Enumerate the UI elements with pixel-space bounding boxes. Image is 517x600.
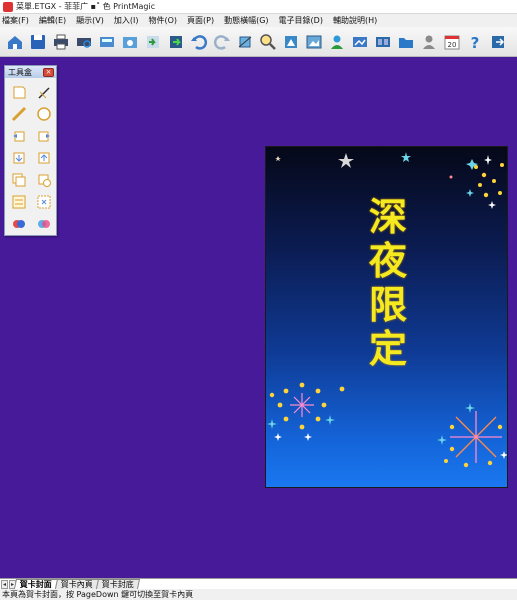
- status-bar: 本頁為賀卡封面，按 PageDown 鍵可切換至賀卡內頁: [0, 589, 517, 600]
- undo-icon[interactable]: [189, 32, 209, 52]
- redo-icon[interactable]: [212, 32, 232, 52]
- align-icon[interactable]: [8, 191, 30, 213]
- app-icon: [3, 1, 13, 12]
- color-mix-icon[interactable]: [33, 213, 55, 235]
- folder-icon[interactable]: [396, 32, 416, 52]
- export-image-icon[interactable]: [166, 32, 186, 52]
- pen-shape-icon[interactable]: [33, 81, 55, 103]
- card-title-char: 夜: [368, 239, 407, 283]
- tab-card-cover[interactable]: 賀卡封面: [13, 579, 59, 589]
- clipart-icon[interactable]: [281, 32, 301, 52]
- contact-icon[interactable]: [419, 32, 439, 52]
- menu-bar: 檔案(F) 編輯(E) 顯示(V) 加入(I) 物件(O) 頁面(P) 動態橫幅(G) 電子目…: [0, 14, 517, 27]
- rotate-right-icon[interactable]: [33, 125, 55, 147]
- status-text: 本頁為賀卡封面，按 PageDown 鍵可切換至賀卡內頁: [2, 590, 194, 599]
- scanner-icon[interactable]: [97, 32, 117, 52]
- print-icon[interactable]: [51, 32, 71, 52]
- toolbox-panel: 工具盒 ×: [4, 65, 57, 236]
- ellipse-icon[interactable]: [33, 103, 55, 125]
- user-icon[interactable]: [327, 32, 347, 52]
- paste-icon[interactable]: [33, 169, 55, 191]
- group-icon[interactable]: [33, 191, 55, 213]
- menu-item-8[interactable]: 輔助說明(H): [333, 15, 377, 26]
- card-title[interactable]: 深夜限定: [358, 195, 418, 371]
- card-title-char: 限: [368, 283, 407, 327]
- line-icon[interactable]: [8, 103, 30, 125]
- color-fill-icon[interactable]: [8, 213, 30, 235]
- window-title: 菜單.ETGX - 菲菲广 ▪˚ 色 PrintMagic: [16, 2, 156, 11]
- help-icon[interactable]: ?: [465, 32, 485, 52]
- menu-item-0[interactable]: 檔案(F): [2, 15, 29, 26]
- photo-icon[interactable]: [120, 32, 140, 52]
- tab-prev-arrow-icon[interactable]: ◂: [1, 580, 8, 589]
- exit-icon[interactable]: [488, 32, 508, 52]
- slideshow-icon[interactable]: [350, 32, 370, 52]
- menu-item-3[interactable]: 加入(I): [114, 15, 139, 26]
- toolbox-close-button[interactable]: ×: [43, 67, 54, 77]
- sparkle: [449, 175, 453, 179]
- svg-text:20: 20: [448, 41, 457, 49]
- rotate-left-icon[interactable]: [8, 125, 30, 147]
- star-icon: [338, 153, 354, 168]
- zoom-icon[interactable]: [258, 32, 278, 52]
- card-page[interactable]: 深夜限定: [265, 146, 508, 488]
- svg-text:?: ?: [471, 34, 480, 51]
- firework-bottom-left: [267, 382, 345, 441]
- menu-item-4[interactable]: 物件(O): [148, 15, 177, 26]
- gallery-icon[interactable]: [373, 32, 393, 52]
- menu-item-6[interactable]: 動態橫幅(G): [224, 15, 268, 26]
- title-bar: 菜單.ETGX - 菲菲广 ▪˚ 色 PrintMagic: [0, 0, 517, 14]
- page-tabs: ◂ ▸ 賀卡封面 賀卡內頁 賀卡封底: [0, 578, 517, 589]
- home-icon[interactable]: [5, 32, 25, 52]
- toolbox-tools: [5, 78, 56, 238]
- firework-top-right: [466, 155, 504, 209]
- import-image-icon[interactable]: [143, 32, 163, 52]
- toolbox-title: 工具盒: [8, 67, 32, 77]
- tab-card-inside[interactable]: 賀卡內頁: [54, 579, 100, 589]
- workspace: 工具盒 × 深 夜 限 定: [0, 57, 517, 578]
- tab-card-back[interactable]: 賀卡封底: [95, 579, 141, 589]
- picture-frame-icon[interactable]: [304, 32, 324, 52]
- star-icon: [275, 156, 281, 161]
- calendar-icon[interactable]: 20: [442, 32, 462, 52]
- menu-item-5[interactable]: 頁面(P): [187, 15, 214, 26]
- main-toolbar: 20?: [0, 27, 517, 57]
- crop-icon[interactable]: [235, 32, 255, 52]
- firework-bottom-right: [437, 403, 507, 468]
- menu-item-1[interactable]: 編輯(E): [39, 15, 66, 26]
- move-forward-icon[interactable]: [8, 147, 30, 169]
- move-backward-icon[interactable]: [33, 147, 55, 169]
- text-frame-icon[interactable]: [8, 81, 30, 103]
- save-icon[interactable]: [28, 32, 48, 52]
- menu-item-7[interactable]: 電子目錄(D): [279, 15, 323, 26]
- toolbox-titlebar[interactable]: 工具盒 ×: [5, 66, 56, 78]
- copy-icon[interactable]: [8, 169, 30, 191]
- card-title-char: 深: [368, 195, 407, 239]
- star-icon: [401, 152, 411, 162]
- print-preview-icon[interactable]: [74, 32, 94, 52]
- menu-item-2[interactable]: 顯示(V): [76, 15, 104, 26]
- card-title-char: 定: [368, 327, 407, 371]
